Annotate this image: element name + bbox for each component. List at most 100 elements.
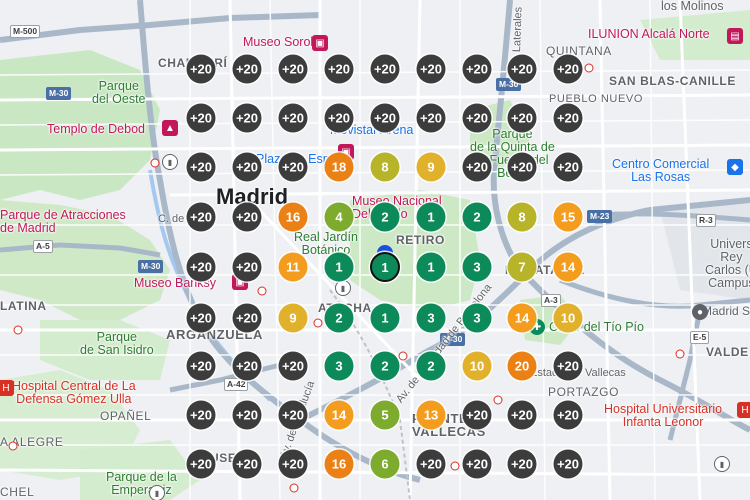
cluster-marker[interactable]: +20 — [278, 54, 308, 84]
metro-icon[interactable] — [675, 349, 685, 359]
cluster-marker[interactable]: 3 — [416, 303, 446, 333]
cluster-marker[interactable]: +20 — [553, 449, 583, 479]
cluster-marker[interactable]: 18 — [324, 152, 354, 182]
cluster-marker[interactable]: 1 — [416, 202, 446, 232]
cluster-marker[interactable]: +20 — [232, 103, 262, 133]
metro-icon[interactable] — [450, 461, 460, 471]
cluster-marker[interactable]: +20 — [278, 152, 308, 182]
cluster-marker[interactable]: 10 — [553, 303, 583, 333]
metro-icon[interactable] — [289, 483, 299, 493]
train-station-icon[interactable]: ▮ — [335, 280, 351, 296]
cluster-marker[interactable]: +20 — [553, 103, 583, 133]
cluster-marker[interactable]: +20 — [416, 103, 446, 133]
metro-icon[interactable] — [13, 325, 23, 335]
cluster-marker[interactable]: 8 — [507, 202, 537, 232]
cluster-marker[interactable]: +20 — [232, 54, 262, 84]
map-view[interactable]: M-500 M-30 M-30 M-30 M-30 A-5 A-42 A-3 M… — [0, 0, 750, 500]
cluster-marker[interactable]: +20 — [370, 54, 400, 84]
cluster-marker[interactable]: 1 — [370, 303, 400, 333]
cluster-marker[interactable]: +20 — [232, 303, 262, 333]
cluster-marker[interactable]: +20 — [507, 400, 537, 430]
cluster-marker[interactable]: +20 — [416, 54, 446, 84]
cluster-marker[interactable]: +20 — [416, 449, 446, 479]
shopping-icon[interactable]: ◆ — [727, 159, 743, 175]
sport-icon[interactable]: ● — [692, 304, 708, 320]
cluster-marker[interactable]: +20 — [462, 54, 492, 84]
cluster-marker[interactable]: 11 — [278, 252, 308, 282]
cluster-marker[interactable]: 3 — [462, 252, 492, 282]
cluster-marker[interactable]: +20 — [186, 54, 216, 84]
cluster-marker[interactable]: 1 — [324, 252, 354, 282]
cluster-marker[interactable]: +20 — [278, 103, 308, 133]
cluster-marker[interactable]: +20 — [232, 449, 262, 479]
cluster-marker[interactable]: +20 — [462, 449, 492, 479]
cluster-marker[interactable]: +20 — [186, 303, 216, 333]
cluster-marker[interactable]: 14 — [553, 252, 583, 282]
cluster-marker[interactable]: +20 — [324, 103, 354, 133]
cluster-marker[interactable]: +20 — [507, 449, 537, 479]
cluster-marker[interactable]: 7 — [507, 252, 537, 282]
cluster-marker[interactable]: +20 — [324, 54, 354, 84]
train-station-icon[interactable]: ▮ — [149, 485, 165, 500]
cluster-marker[interactable]: 9 — [416, 152, 446, 182]
cluster-marker[interactable]: +20 — [186, 202, 216, 232]
cluster-marker[interactable]: +20 — [553, 400, 583, 430]
cluster-marker[interactable]: 14 — [507, 303, 537, 333]
cluster-marker[interactable]: 6 — [370, 449, 400, 479]
cluster-marker[interactable]: +20 — [507, 152, 537, 182]
cluster-marker[interactable]: 8 — [370, 152, 400, 182]
cluster-marker[interactable]: 14 — [324, 400, 354, 430]
monument-icon[interactable]: ▲ — [162, 120, 178, 136]
cluster-marker[interactable]: 3 — [324, 351, 354, 381]
cluster-marker[interactable]: +20 — [278, 400, 308, 430]
cluster-marker[interactable]: 13 — [416, 400, 446, 430]
hotel-icon[interactable]: ▤ — [727, 28, 743, 44]
cluster-marker[interactable]: +20 — [186, 103, 216, 133]
metro-icon[interactable] — [398, 351, 408, 361]
cluster-marker[interactable]: 1 — [370, 252, 400, 282]
cluster-marker[interactable]: +20 — [370, 103, 400, 133]
cluster-marker[interactable]: 5 — [370, 400, 400, 430]
train-station-icon[interactable]: ▮ — [162, 154, 178, 170]
metro-icon[interactable] — [584, 63, 594, 73]
cluster-marker[interactable]: +20 — [462, 152, 492, 182]
cluster-marker[interactable]: 16 — [278, 202, 308, 232]
cluster-marker[interactable]: 2 — [370, 351, 400, 381]
cluster-marker[interactable]: 2 — [324, 303, 354, 333]
cluster-marker[interactable]: +20 — [507, 54, 537, 84]
metro-icon[interactable] — [313, 318, 323, 328]
cluster-marker[interactable]: 2 — [416, 351, 446, 381]
cluster-marker[interactable]: 3 — [462, 303, 492, 333]
train-station-icon[interactable]: ▮ — [714, 456, 730, 472]
cluster-marker[interactable]: 4 — [324, 202, 354, 232]
cluster-marker[interactable]: 2 — [462, 202, 492, 232]
cluster-marker[interactable]: +20 — [186, 152, 216, 182]
cluster-marker[interactable]: +20 — [278, 449, 308, 479]
cluster-marker[interactable]: +20 — [507, 103, 537, 133]
cluster-marker[interactable]: +20 — [553, 351, 583, 381]
cluster-marker[interactable]: +20 — [232, 202, 262, 232]
cluster-marker[interactable]: +20 — [232, 400, 262, 430]
cluster-marker[interactable]: +20 — [462, 400, 492, 430]
metro-icon[interactable] — [150, 158, 160, 168]
cluster-marker[interactable]: +20 — [553, 54, 583, 84]
metro-icon[interactable] — [257, 286, 267, 296]
cluster-marker[interactable]: +20 — [462, 103, 492, 133]
cluster-marker[interactable]: +20 — [232, 252, 262, 282]
cluster-marker[interactable]: +20 — [232, 351, 262, 381]
cluster-marker[interactable]: +20 — [553, 152, 583, 182]
cluster-marker[interactable]: +20 — [186, 400, 216, 430]
cluster-marker[interactable]: +20 — [232, 152, 262, 182]
cluster-marker[interactable]: +20 — [186, 252, 216, 282]
cluster-marker[interactable]: 16 — [324, 449, 354, 479]
cluster-marker[interactable]: 20 — [507, 351, 537, 381]
cluster-marker[interactable]: 1 — [416, 252, 446, 282]
cluster-marker[interactable]: 10 — [462, 351, 492, 381]
cluster-marker[interactable]: 2 — [370, 202, 400, 232]
metro-icon[interactable] — [493, 395, 503, 405]
hospital-icon[interactable]: H — [0, 380, 14, 396]
cluster-marker[interactable]: 15 — [553, 202, 583, 232]
cluster-marker[interactable]: +20 — [278, 351, 308, 381]
cluster-marker[interactable]: +20 — [186, 351, 216, 381]
hospital-icon[interactable]: H — [737, 402, 750, 418]
